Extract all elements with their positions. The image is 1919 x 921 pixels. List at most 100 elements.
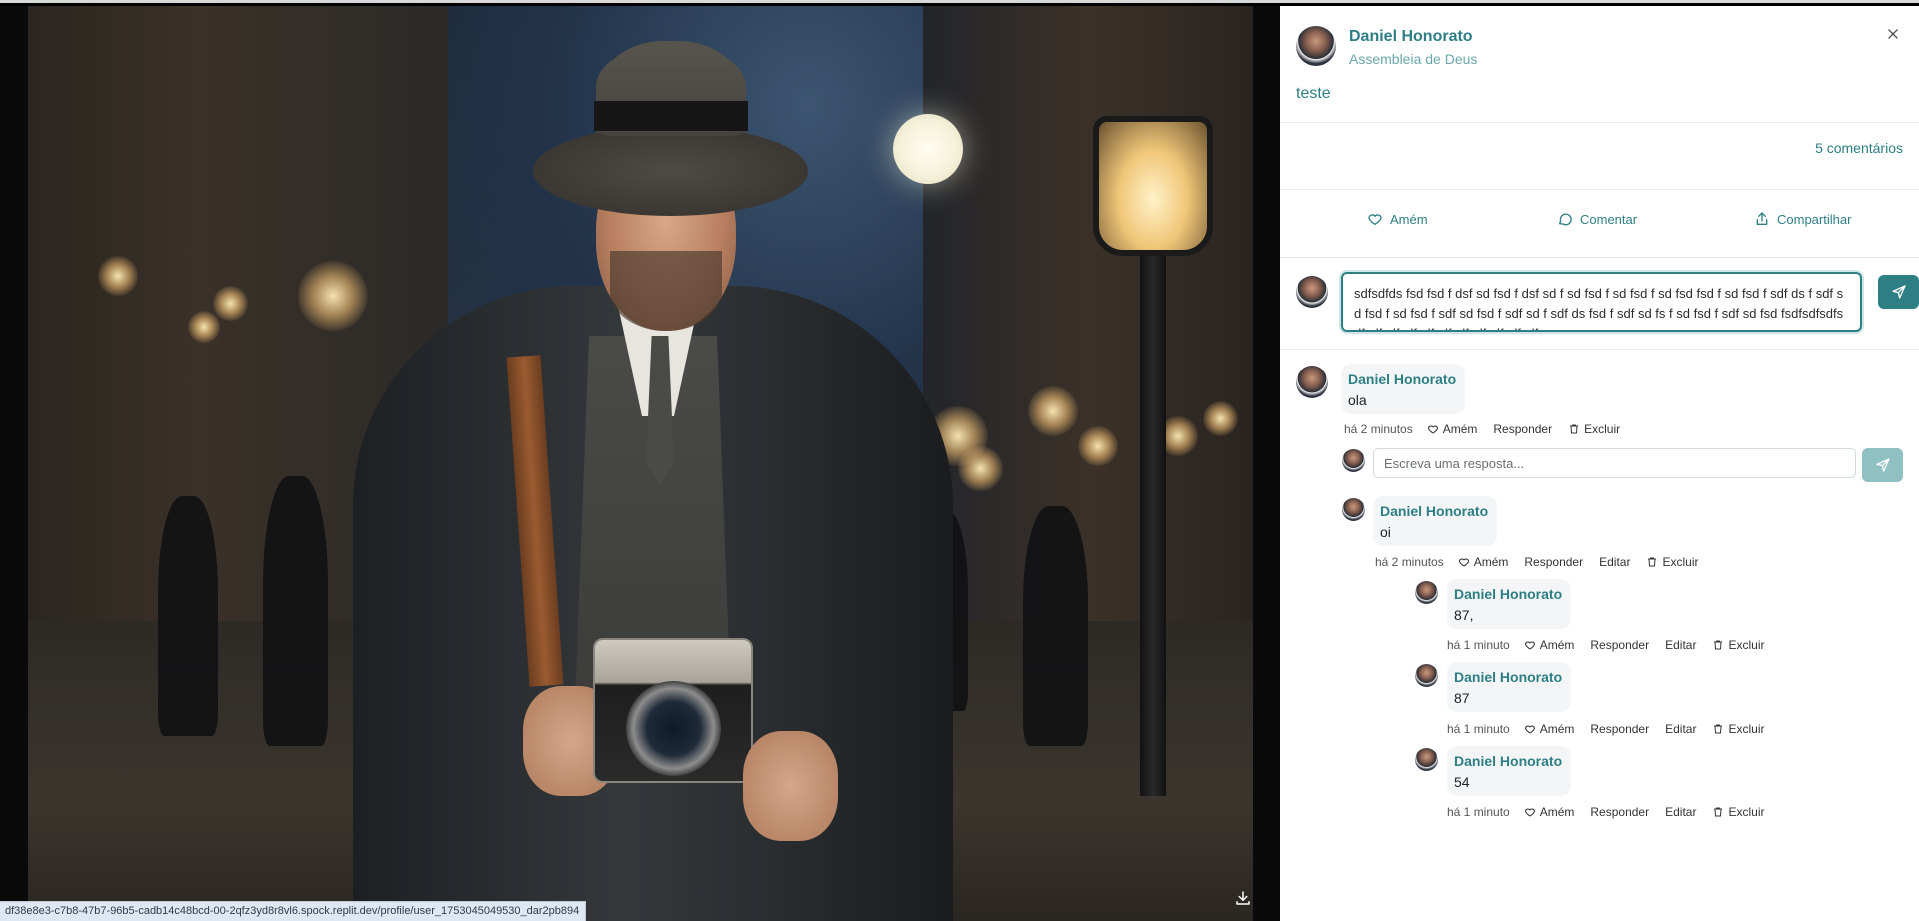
comment-delete-button[interactable]: Excluir bbox=[1568, 422, 1620, 436]
comment-author[interactable]: Daniel Honorato bbox=[1454, 585, 1562, 603]
comment-reply-button[interactable]: Responder bbox=[1524, 555, 1583, 569]
comment-icon bbox=[1559, 213, 1572, 226]
comment-bubble: Daniel Honorato 54 bbox=[1447, 746, 1572, 796]
status-bar-url: df38e8e3-c7b8-47b7-96b5-cadb14c48bcd-00-… bbox=[0, 901, 587, 921]
avatar bbox=[1342, 498, 1365, 521]
comment-bubble: Daniel Honorato oi bbox=[1373, 496, 1498, 546]
comment-bubble: Daniel Honorato 87, bbox=[1447, 579, 1572, 629]
avatar bbox=[1296, 276, 1328, 308]
avatar[interactable] bbox=[1296, 26, 1336, 66]
comment-meta: há 1 minuto Amém Responder Editar Exclui… bbox=[1447, 638, 1780, 652]
send-comment-button[interactable] bbox=[1878, 275, 1919, 309]
comment-amen-button[interactable]: Amém bbox=[1524, 805, 1575, 819]
download-icon[interactable] bbox=[1230, 886, 1256, 912]
comment-amen-button[interactable]: Amém bbox=[1427, 422, 1478, 436]
comment-author[interactable]: Daniel Honorato bbox=[1380, 502, 1488, 520]
share-label: Compartilhar bbox=[1777, 211, 1852, 227]
delete-label: Excluir bbox=[1662, 555, 1699, 569]
comment-text: 54 bbox=[1454, 774, 1470, 790]
comment-amen-button[interactable]: Amém bbox=[1524, 722, 1575, 736]
comment-time: há 1 minuto bbox=[1447, 722, 1510, 736]
send-icon bbox=[1891, 285, 1906, 299]
heart-icon bbox=[1524, 725, 1535, 734]
comment-edit-button[interactable]: Editar bbox=[1665, 805, 1696, 819]
amen-label: Amém bbox=[1539, 638, 1575, 652]
divider bbox=[1280, 122, 1919, 123]
comment-time: há 2 minutos bbox=[1344, 422, 1413, 436]
comment-button[interactable]: Comentar bbox=[1557, 211, 1637, 227]
post-photo bbox=[28, 6, 1253, 921]
comment-delete-button[interactable]: Excluir bbox=[1712, 638, 1764, 652]
reply: Daniel Honorato 54 há 1 minuto Amém Resp… bbox=[1415, 746, 1895, 826]
comment-time: há 1 minuto bbox=[1447, 638, 1510, 652]
reply: Daniel Honorato oi há 2 minutos Amém Res… bbox=[1342, 496, 1902, 576]
send-reply-button[interactable] bbox=[1862, 448, 1903, 482]
heart-icon bbox=[1458, 558, 1469, 567]
delete-label: Excluir bbox=[1728, 805, 1765, 819]
comment-input[interactable]: sdfsdfds fsd fsd f dsf sd fsd f dsf sd f… bbox=[1341, 272, 1862, 332]
comment-time: há 1 minuto bbox=[1447, 805, 1510, 819]
comment-text: oi bbox=[1380, 524, 1391, 540]
image-pane: df38e8e3-c7b8-47b7-96b5-cadb14c48bcd-00-… bbox=[0, 6, 1280, 921]
comment-reply-button[interactable]: Responder bbox=[1493, 422, 1552, 436]
comment-edit-button[interactable]: Editar bbox=[1599, 555, 1630, 569]
comment-author[interactable]: Daniel Honorato bbox=[1348, 370, 1456, 388]
author-name[interactable]: Daniel Honorato bbox=[1349, 28, 1473, 46]
post-actions: Amém Comentar Compartilhar bbox=[1280, 211, 1919, 241]
post-header: Daniel Honorato Assembleia de Deus bbox=[1296, 26, 1903, 76]
post-details-panel: Daniel Honorato Assembleia de Deus teste… bbox=[1280, 6, 1919, 921]
trash-icon bbox=[1714, 724, 1723, 734]
comment-reply-button[interactable]: Responder bbox=[1590, 805, 1649, 819]
avatar bbox=[1415, 664, 1438, 687]
amen-label: Amém bbox=[1442, 422, 1478, 436]
comment: Daniel Honorato ola há 2 minutos Amém Re… bbox=[1296, 364, 1903, 444]
delete-label: Excluir bbox=[1728, 722, 1765, 736]
comment-edit-button[interactable]: Editar bbox=[1665, 722, 1696, 736]
comment-reply-button[interactable]: Responder bbox=[1590, 638, 1649, 652]
reply: Daniel Honorato 87, há 1 minuto Amém Res… bbox=[1415, 579, 1895, 659]
heart-icon bbox=[1427, 425, 1438, 434]
amen-label: Amém bbox=[1390, 211, 1428, 227]
reply-input[interactable] bbox=[1373, 448, 1856, 478]
delete-label: Excluir bbox=[1584, 422, 1621, 436]
close-icon[interactable] bbox=[1883, 26, 1903, 46]
trash-icon bbox=[1714, 640, 1723, 650]
comment-compose: sdfsdfds fsd fsd f dsf sd fsd f dsf sd f… bbox=[1296, 272, 1919, 334]
comment-text: 87, bbox=[1454, 607, 1474, 623]
comment-time: há 2 minutos bbox=[1375, 555, 1444, 569]
share-button[interactable]: Compartilhar bbox=[1754, 211, 1851, 227]
comment-text: 87 bbox=[1454, 690, 1470, 706]
comment-delete-button[interactable]: Excluir bbox=[1712, 805, 1764, 819]
trash-icon bbox=[1648, 557, 1657, 567]
heart-icon bbox=[1524, 808, 1535, 817]
comment-edit-button[interactable]: Editar bbox=[1665, 638, 1696, 652]
heart-icon bbox=[1524, 641, 1535, 650]
post-text: teste bbox=[1296, 85, 1331, 102]
avatar bbox=[1342, 449, 1365, 472]
divider bbox=[1280, 349, 1919, 350]
comment-meta: há 2 minutos Amém Responder Editar Exclu… bbox=[1375, 555, 1714, 569]
comment-amen-button[interactable]: Amém bbox=[1458, 555, 1508, 569]
avatar bbox=[1415, 748, 1438, 771]
comment-label: Comentar bbox=[1580, 211, 1638, 227]
avatar bbox=[1296, 366, 1328, 398]
comments-count[interactable]: 5 comentários bbox=[1815, 140, 1903, 156]
comment-reply-button[interactable]: Responder bbox=[1590, 722, 1649, 736]
comment-author[interactable]: Daniel Honorato bbox=[1454, 752, 1562, 770]
comment-meta: há 2 minutos Amém Responder Excluir bbox=[1344, 422, 1636, 436]
comment-bubble: Daniel Honorato 87 bbox=[1447, 662, 1572, 712]
amen-label: Amém bbox=[1539, 722, 1575, 736]
trash-icon bbox=[1714, 807, 1723, 817]
send-icon bbox=[1875, 458, 1890, 472]
comment-author[interactable]: Daniel Honorato bbox=[1454, 668, 1562, 686]
comment-delete-button[interactable]: Excluir bbox=[1712, 722, 1764, 736]
divider bbox=[1280, 189, 1919, 190]
amen-button[interactable]: Amém bbox=[1367, 211, 1428, 227]
comment-delete-button[interactable]: Excluir bbox=[1646, 555, 1698, 569]
comment-bubble: Daniel Honorato ola bbox=[1341, 364, 1466, 414]
heart-icon bbox=[1368, 214, 1382, 225]
amen-label: Amém bbox=[1539, 805, 1575, 819]
comment-amen-button[interactable]: Amém bbox=[1524, 638, 1575, 652]
share-icon bbox=[1756, 212, 1768, 225]
trash-icon bbox=[1570, 424, 1579, 434]
